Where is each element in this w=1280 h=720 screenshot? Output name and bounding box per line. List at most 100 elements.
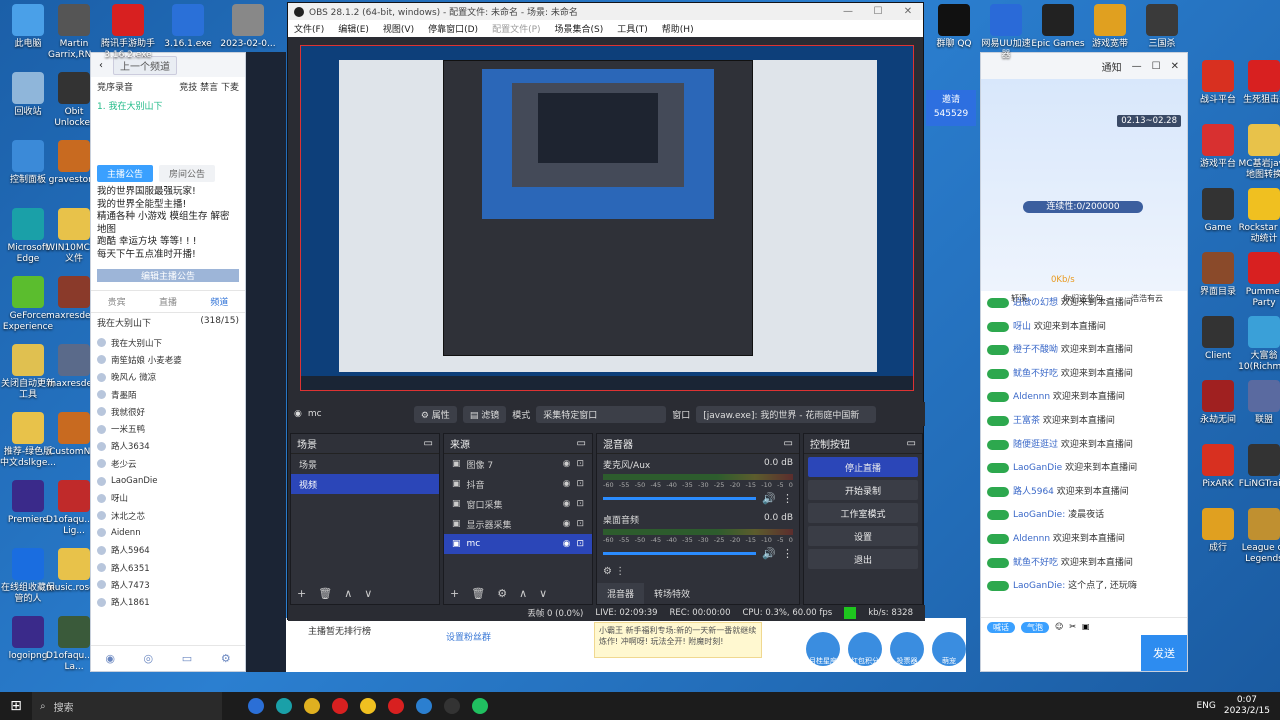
lock-icon[interactable]: ⊡ bbox=[576, 519, 584, 529]
control-button[interactable]: 退出 bbox=[808, 549, 918, 569]
promo-banner[interactable]: 小霸王 新手福利专场:新的一天新一番就继续炼作! 冲啊呀! 玩法全开! 附魔时刻… bbox=[594, 622, 762, 658]
menu-item[interactable]: 配置文件(P) bbox=[492, 22, 540, 35]
source-item[interactable]: ▣ 显示器采集 ◉ ⊡ bbox=[444, 514, 592, 534]
properties-button[interactable]: ⚙ 属性 bbox=[413, 405, 457, 423]
undock-icon[interactable]: ▭ bbox=[424, 438, 433, 449]
desktop-icon[interactable]: 生死狙击2 bbox=[1236, 60, 1280, 106]
desktop-icon[interactable]: 大富翁10(Richm... bbox=[1236, 316, 1280, 373]
taskbar-app[interactable] bbox=[298, 692, 326, 720]
maximize-icon[interactable]: ☐ bbox=[1152, 61, 1161, 72]
minimize-icon[interactable]: — bbox=[833, 6, 863, 17]
source-item[interactable]: ▣ 图像 7 ◉ ⊡ bbox=[444, 454, 592, 474]
clock[interactable]: 0:07 2023/2/15 bbox=[1224, 695, 1270, 717]
minimize-icon[interactable]: — bbox=[1132, 61, 1142, 72]
chat-username[interactable]: 呀山 bbox=[1013, 322, 1031, 332]
menu-item[interactable]: 工具(T) bbox=[617, 22, 648, 35]
visibility-icon[interactable]: ◉ bbox=[563, 479, 571, 489]
mode-select[interactable]: 采集特定窗口 bbox=[536, 405, 667, 423]
tab-room-notice[interactable]: 房间公告 bbox=[159, 165, 216, 182]
mic-icon[interactable]: ◉ bbox=[105, 652, 115, 665]
desktop-icon[interactable]: Rockstar 互动统计 bbox=[1236, 188, 1280, 245]
add-source-icon[interactable]: + bbox=[450, 587, 459, 600]
user-item[interactable]: 老少云 bbox=[97, 455, 239, 472]
preview-canvas[interactable] bbox=[300, 45, 914, 391]
desktop-icon[interactable]: 腾讯手游助手3.16.2.exe bbox=[100, 4, 156, 61]
edit-notice-button[interactable]: 编辑主播公告 bbox=[97, 269, 239, 282]
chat-username[interactable]: LaoGanDie: bbox=[1013, 581, 1065, 591]
volume-slider[interactable] bbox=[603, 552, 757, 555]
member-tab[interactable]: 直播 bbox=[159, 295, 177, 308]
user-item[interactable]: Aidenn bbox=[97, 524, 239, 541]
taskbar-app[interactable] bbox=[410, 692, 438, 720]
tab-transitions[interactable]: 转场特效 bbox=[644, 583, 700, 604]
user-item[interactable]: 路人5964 bbox=[97, 542, 239, 559]
undock-icon[interactable]: ▭ bbox=[784, 438, 793, 449]
control-button[interactable]: 开始录制 bbox=[808, 480, 918, 500]
taskbar-app[interactable] bbox=[466, 692, 494, 720]
scene-item[interactable]: 场景 bbox=[291, 454, 439, 474]
desktop-icon[interactable]: 三国杀 bbox=[1134, 4, 1190, 50]
desktop-icon[interactable]: 游戏宽带 bbox=[1082, 4, 1138, 50]
user-item[interactable]: 沐北之芯 bbox=[97, 507, 239, 524]
user-item[interactable]: 路人1861 bbox=[97, 593, 239, 610]
taskbar-app[interactable] bbox=[242, 692, 270, 720]
speaker-icon[interactable]: 🔊 bbox=[762, 547, 776, 560]
remove-source-icon[interactable]: 🗑 bbox=[471, 587, 485, 600]
scissors-icon[interactable]: ✂ bbox=[1069, 622, 1076, 633]
close-icon[interactable]: ✕ bbox=[893, 6, 923, 17]
close-icon[interactable]: ✕ bbox=[1171, 61, 1179, 72]
source-item[interactable]: ▣ 窗口采集 ◉ ⊡ bbox=[444, 494, 592, 514]
chat-username[interactable]: LaoGanDie bbox=[1013, 463, 1062, 473]
gift-button[interactable]: 投票器 bbox=[890, 632, 924, 666]
send-button[interactable]: 发送 bbox=[1141, 635, 1187, 671]
volume-slider[interactable] bbox=[603, 497, 757, 500]
start-icon[interactable]: ⊞ bbox=[0, 698, 32, 714]
mixer-settings-icon[interactable]: ⚙ bbox=[603, 566, 612, 577]
user-item[interactable]: 呀山 bbox=[97, 490, 239, 507]
gift-button[interactable]: 月桂星座 bbox=[806, 632, 840, 666]
gift-button[interactable]: 红包积分 bbox=[848, 632, 882, 666]
visibility-icon[interactable]: ◉ bbox=[563, 539, 571, 549]
lock-icon[interactable]: ⊡ bbox=[576, 479, 584, 489]
menu-item[interactable]: 视图(V) bbox=[383, 22, 414, 35]
user-item[interactable]: 我就很好 bbox=[97, 403, 239, 420]
user-item[interactable]: 一米五鸭 bbox=[97, 420, 239, 437]
user-item[interactable]: LaoGanDie bbox=[97, 472, 239, 489]
source-item[interactable]: ▣ 抖音 ◉ ⊡ bbox=[444, 474, 592, 494]
member-tab[interactable]: 频道 bbox=[210, 295, 228, 308]
source-props-icon[interactable]: ⚙ bbox=[497, 587, 507, 600]
add-scene-icon[interactable]: + bbox=[297, 587, 306, 600]
channel-menu-icon[interactable]: ⋮ bbox=[782, 547, 793, 560]
taskbar-app[interactable] bbox=[270, 692, 298, 720]
desktop-icon[interactable]: MC基岩java地图转换 bbox=[1236, 124, 1280, 181]
chat-username[interactable]: Aldennn bbox=[1013, 534, 1050, 544]
control-button[interactable]: 停止直播 bbox=[808, 457, 918, 477]
fan-group-link[interactable]: 设置粉丝群 bbox=[446, 630, 491, 643]
language-indicator[interactable]: ENG bbox=[1196, 701, 1215, 711]
scene-item[interactable]: 视频 bbox=[291, 474, 439, 494]
chat-username[interactable]: 鱿鱼不好吃 bbox=[1013, 558, 1058, 568]
back-icon[interactable]: ‹ bbox=[99, 60, 103, 71]
control-button[interactable]: 工作室模式 bbox=[808, 503, 918, 523]
desktop-icon[interactable]: 2023-02-0... bbox=[220, 4, 276, 50]
desktop-icon[interactable]: Epic Games bbox=[1030, 4, 1086, 50]
menu-item[interactable]: 停靠窗口(D) bbox=[428, 22, 478, 35]
tab-host-notice[interactable]: 主播公告 bbox=[97, 165, 154, 182]
search-box[interactable]: ⌕ 搜索 bbox=[32, 692, 222, 720]
source-item[interactable]: ▣ mc ◉ ⊡ bbox=[444, 534, 592, 554]
desktop-icon[interactable]: Pummel Party bbox=[1236, 252, 1280, 309]
move-down-icon[interactable]: ∨ bbox=[364, 587, 372, 600]
desktop-icon[interactable]: 群聊 QQ bbox=[926, 4, 982, 50]
visibility-icon[interactable]: ◉ bbox=[563, 519, 571, 529]
user-item[interactable]: 晚风ん 微凉 bbox=[97, 369, 239, 386]
chat-username[interactable]: 鱿鱼不好吃 bbox=[1013, 369, 1058, 379]
chat-username[interactable]: LaoGanDie: bbox=[1013, 510, 1065, 520]
remove-scene-icon[interactable]: 🗑 bbox=[318, 587, 332, 600]
chat-username[interactable]: 王富茶 bbox=[1013, 416, 1040, 426]
chat-username[interactable]: 随便逛逛过 bbox=[1013, 440, 1058, 450]
mixer-menu-icon[interactable]: ⋮ bbox=[615, 566, 625, 577]
gift-button[interactable]: 萌宠 bbox=[932, 632, 966, 666]
desktop-icon[interactable]: League of Legends bbox=[1236, 508, 1280, 565]
user-item[interactable]: 青墨陌 bbox=[97, 386, 239, 403]
chat-username[interactable]: Aldennn bbox=[1013, 392, 1050, 402]
